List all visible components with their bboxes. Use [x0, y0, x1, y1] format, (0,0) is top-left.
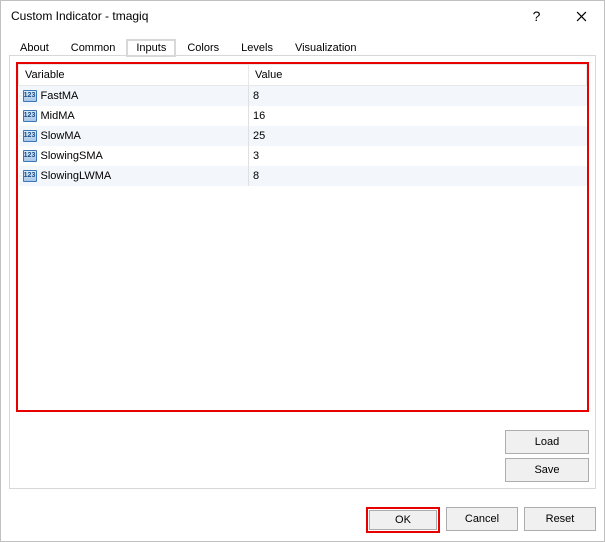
table-row[interactable]: 123 SlowMA 25 — [19, 126, 587, 146]
tab-levels[interactable]: Levels — [230, 38, 284, 57]
window-title: Custom Indicator - tmagiq — [11, 9, 148, 23]
column-header-variable[interactable]: Variable — [19, 65, 249, 86]
ok-highlight: OK — [366, 507, 440, 533]
dialog-content: About Common Inputs Colors Levels Visual… — [1, 31, 604, 497]
ok-button[interactable]: OK — [369, 510, 437, 530]
bottom-buttons: OK Cancel Reset — [1, 497, 604, 541]
variable-value[interactable]: 16 — [249, 106, 587, 126]
side-buttons: Load Save — [505, 430, 589, 482]
tab-about[interactable]: About — [9, 38, 60, 57]
number-icon: 123 — [23, 150, 37, 162]
inputs-table[interactable]: Variable Value 123 FastMA 8 123 MidMA 16 — [18, 64, 587, 186]
table-row[interactable]: 123 SlowingLWMA 8 — [19, 166, 587, 186]
tab-colors[interactable]: Colors — [176, 38, 230, 57]
variable-name: FastMA — [41, 90, 79, 102]
tab-visualization[interactable]: Visualization — [284, 38, 368, 57]
number-icon: 123 — [23, 90, 37, 102]
variable-name: SlowMA — [41, 130, 81, 142]
save-button[interactable]: Save — [505, 458, 589, 482]
cancel-button[interactable]: Cancel — [446, 507, 518, 531]
number-icon: 123 — [23, 170, 37, 182]
help-button[interactable]: ? — [514, 1, 559, 31]
tab-strip: About Common Inputs Colors Levels Visual… — [9, 37, 596, 56]
close-icon — [576, 11, 587, 22]
variable-value[interactable]: 8 — [249, 86, 587, 106]
titlebar: Custom Indicator - tmagiq ? — [1, 1, 604, 31]
variable-name: SlowingLWMA — [41, 170, 112, 182]
variable-name: MidMA — [41, 110, 75, 122]
tab-common[interactable]: Common — [60, 38, 127, 57]
number-icon: 123 — [23, 110, 37, 122]
close-button[interactable] — [559, 1, 604, 31]
number-icon: 123 — [23, 130, 37, 142]
inputs-table-wrap: Variable Value 123 FastMA 8 123 MidMA 16 — [16, 62, 589, 412]
variable-value[interactable]: 3 — [249, 146, 587, 166]
load-button[interactable]: Load — [505, 430, 589, 454]
custom-indicator-dialog: Custom Indicator - tmagiq ? About Common… — [0, 0, 605, 542]
tab-inputs[interactable]: Inputs — [126, 39, 176, 57]
table-row[interactable]: 123 FastMA 8 — [19, 86, 587, 106]
table-row[interactable]: 123 MidMA 16 — [19, 106, 587, 126]
variable-value[interactable]: 8 — [249, 166, 587, 186]
variable-value[interactable]: 25 — [249, 126, 587, 146]
table-row[interactable]: 123 SlowingSMA 3 — [19, 146, 587, 166]
variable-name: SlowingSMA — [41, 150, 103, 162]
reset-button[interactable]: Reset — [524, 507, 596, 531]
inputs-pane: Variable Value 123 FastMA 8 123 MidMA 16 — [9, 55, 596, 489]
column-header-value[interactable]: Value — [249, 65, 587, 86]
